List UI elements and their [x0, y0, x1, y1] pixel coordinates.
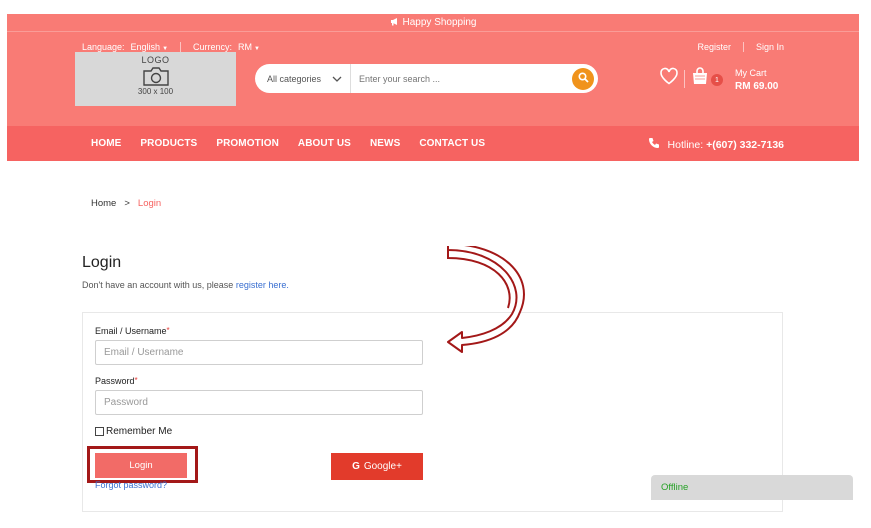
mini-cart[interactable]: My Cart RM 69.00	[735, 67, 778, 93]
curved-arrow-annotation	[447, 246, 525, 353]
google-button-label: Google+	[363, 461, 402, 472]
register-link[interactable]: Register	[697, 42, 731, 52]
page-title: Login	[82, 254, 122, 271]
google-login-button[interactable]: G Google+	[331, 453, 423, 480]
forgot-password-link[interactable]: Forgot password?	[95, 480, 167, 490]
camera-icon	[142, 67, 170, 86]
divider	[742, 42, 744, 52]
register-here-link[interactable]: register here.	[236, 280, 289, 290]
nav-item-products[interactable]: PRODUCTS	[140, 138, 197, 149]
cart-count-badge: 1	[711, 74, 723, 86]
logo-size: 300 x 100	[137, 87, 174, 96]
main-nav: HOME PRODUCTS PROMOTION ABOUT US NEWS CO…	[7, 126, 859, 161]
breadcrumb-home[interactable]: Home	[91, 198, 116, 209]
search-input[interactable]	[351, 73, 572, 84]
search-button[interactable]	[572, 67, 594, 90]
announcement-bar: Happy Shopping	[7, 14, 859, 32]
remember-me-label: Remember Me	[106, 426, 173, 437]
breadcrumb-current: Login	[137, 198, 162, 209]
category-select[interactable]: All categories	[255, 64, 351, 93]
email-label: Email / Username*	[95, 326, 170, 336]
remember-me[interactable]: Remember Me	[95, 426, 172, 437]
logo-title: LOGO	[141, 55, 170, 65]
search-icon	[577, 70, 589, 88]
email-field[interactable]	[95, 340, 423, 365]
nav-item-about-us[interactable]: ABOUT US	[298, 138, 351, 149]
login-button[interactable]: Login	[95, 453, 187, 478]
nav-item-contact-us[interactable]: CONTACT US	[419, 138, 485, 149]
heart-icon[interactable]	[659, 67, 679, 90]
site-logo[interactable]: LOGO 300 x 100	[75, 52, 236, 106]
chevron-down-icon	[332, 74, 342, 84]
hotline[interactable]: Hotline: +(607) 332-7136	[648, 137, 784, 152]
megaphone-icon	[390, 17, 400, 29]
chat-status-widget[interactable]: Offline	[651, 475, 853, 500]
nav-item-home[interactable]: HOME	[91, 138, 121, 149]
signin-link[interactable]: Sign In	[756, 42, 784, 52]
remember-me-checkbox[interactable]	[95, 427, 104, 436]
search-bar: All categories	[255, 64, 598, 93]
required-mark: *	[134, 376, 138, 385]
category-select-label: All categories	[267, 73, 322, 84]
password-label: Password*	[95, 376, 138, 386]
nav-menu: HOME PRODUCTS PROMOTION ABOUT US NEWS CO…	[91, 138, 504, 149]
hotline-label: Hotline:	[667, 138, 704, 151]
cart-label: My Cart	[735, 68, 767, 78]
language-select[interactable]: English ▼	[131, 42, 168, 52]
phone-icon	[648, 137, 660, 152]
cart-amount: RM 69.00	[735, 81, 779, 92]
nav-item-promotion[interactable]: PROMOTION	[216, 138, 279, 149]
register-prompt: Don't have an account with us, please re…	[82, 280, 289, 290]
currency-label: Currency:	[193, 42, 233, 52]
shopping-bag-icon[interactable]	[690, 66, 710, 91]
breadcrumb: Home > Login	[91, 198, 161, 209]
breadcrumb-separator: >	[124, 198, 130, 209]
language-label: Language:	[82, 42, 125, 52]
currency-select[interactable]: RM ▼	[238, 42, 260, 52]
chat-status-text: Offline	[661, 482, 689, 493]
hotline-number: +(607) 332-7136	[706, 138, 784, 151]
caret-down-icon: ▼	[254, 46, 260, 52]
nav-item-news[interactable]: NEWS	[370, 138, 400, 149]
announcement-text: Happy Shopping	[402, 17, 477, 28]
divider	[684, 69, 685, 88]
google-g-icon: G	[352, 461, 360, 472]
register-prompt-text: Don't have an account with us, please	[82, 280, 234, 290]
required-mark: *	[166, 326, 170, 335]
header-icons: 1	[659, 66, 723, 91]
password-field[interactable]	[95, 390, 423, 415]
divider	[180, 42, 182, 52]
